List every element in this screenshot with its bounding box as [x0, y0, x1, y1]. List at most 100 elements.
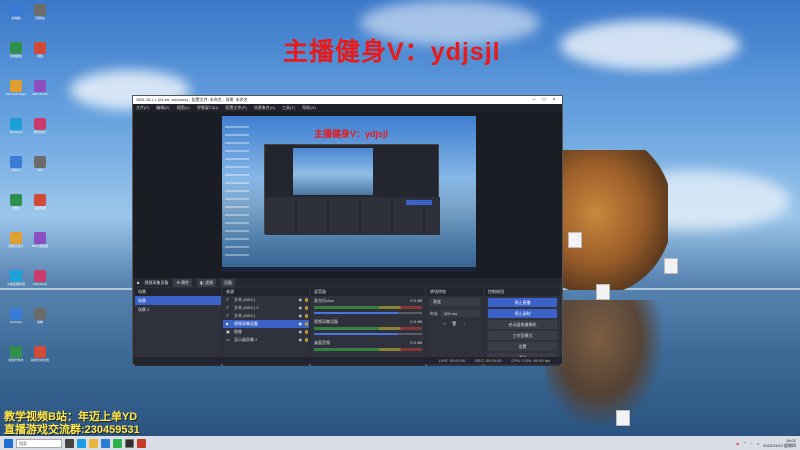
desktop-file-icon[interactable]	[616, 410, 630, 426]
properties-button[interactable]: ⚙ 属性	[173, 278, 193, 287]
wallpaper-cliff	[548, 150, 668, 290]
settings-button[interactable]: 设置	[488, 342, 557, 351]
desktop-icon[interactable]: 剪映	[28, 308, 52, 324]
lock-icon[interactable]: 🔒	[304, 328, 309, 336]
volume-slider[interactable]	[314, 312, 422, 314]
desktop-file-icon[interactable]	[568, 232, 582, 248]
menu-file[interactable]: 文件(F)	[136, 105, 149, 111]
source-item[interactable]: T 文本 (GDI+) 2 ◉ 🔒	[223, 304, 309, 312]
tray-app-icon[interactable]: ■	[737, 441, 739, 446]
scene-item[interactable]: 场景	[135, 296, 221, 305]
text-icon: T	[226, 297, 229, 302]
desktop-icon[interactable]: Steam	[4, 156, 28, 172]
sources-header: 来源	[223, 288, 309, 296]
desktop-icon-label: Bilibili直播姬	[31, 244, 49, 248]
menu-edit[interactable]: 编辑(E)	[156, 105, 169, 111]
chevron-up-icon[interactable]: ⌃	[743, 441, 746, 446]
eye-icon[interactable]: ◉	[299, 304, 303, 312]
desktop-icon[interactable]: 新建文件夹	[4, 346, 28, 362]
source-item[interactable]: T 文本 (GDI+) ◉ 🔒	[223, 296, 309, 304]
preview-canvas[interactable]: 主播健身V：ydjsjl	[222, 116, 476, 272]
menu-scene-collection[interactable]: 场景集合(S)	[254, 105, 275, 111]
desktop-icon-label: 网络	[36, 54, 43, 58]
more-icon[interactable]: ⋮	[463, 321, 467, 326]
stop-streaming-button[interactable]: 停止直播	[488, 298, 557, 307]
obs-titlebar[interactable]: OBS 28.1.1 (64-bit, windows) - 配置文件: 未命名…	[133, 96, 562, 104]
eye-icon[interactable]: ◉	[299, 296, 303, 304]
desktop-icon[interactable]: Photoshop	[28, 270, 52, 286]
volume-slider[interactable]	[314, 333, 422, 335]
desktop-icon[interactable]: 微信	[4, 194, 28, 210]
desktop-icon[interactable]: Bilibili直播姬	[28, 232, 52, 248]
menu-profile[interactable]: 配置文件(P)	[225, 105, 246, 111]
preview-taskbar	[222, 267, 476, 272]
desktop-icon[interactable]: 此电脑	[4, 4, 28, 20]
desktop-icon[interactable]: QQ	[28, 156, 52, 172]
network-icon[interactable]: ◔	[750, 441, 752, 446]
desktop-icon[interactable]: Microsoft Edge	[4, 80, 28, 96]
app-icon[interactable]	[137, 438, 146, 448]
menu-help[interactable]: 帮助(H)	[302, 105, 316, 111]
windows-start-icon[interactable]	[4, 438, 13, 448]
lock-icon[interactable]: 🔒	[304, 296, 309, 304]
eye-icon[interactable]: ◉	[299, 320, 303, 328]
device-select[interactable]: 设备	[221, 278, 236, 287]
transition-type-row: 渐变	[427, 296, 483, 308]
explorer-icon[interactable]	[89, 438, 98, 448]
desktop-icon[interactable]: 控制面板	[4, 42, 28, 58]
edge-icon[interactable]	[77, 438, 86, 448]
start-virtual-camera-button[interactable]: 启动虚拟摄像机	[488, 320, 557, 329]
transition-type-select[interactable]: 渐变	[430, 298, 480, 306]
desktop-icon-label: 新建文件夹	[8, 358, 24, 362]
desktop-icon[interactable]: 新建文本文档	[28, 346, 52, 362]
eye-icon[interactable]: ◉	[299, 328, 303, 336]
menu-view[interactable]: 视图(V)	[176, 105, 189, 111]
add-icon[interactable]: +	[443, 321, 445, 326]
mixer-header: 混音器	[311, 288, 425, 296]
lock-icon[interactable]: 🔒	[304, 336, 309, 344]
taskbar-search[interactable]: 搜索	[16, 438, 62, 448]
desktop-file-icon[interactable]	[596, 284, 610, 300]
trash-icon[interactable]: 🗑	[452, 321, 457, 326]
desktop-icon[interactable]: 斗鱼直播伴侣	[4, 270, 28, 286]
eye-icon[interactable]: ◉	[299, 336, 303, 344]
menu-docks[interactable]: 停靠窗口(D)	[197, 105, 219, 111]
lock-icon[interactable]: 🔒	[304, 320, 309, 328]
desktop-icon[interactable]: 腾讯会议	[28, 118, 52, 134]
minimize-icon[interactable]: –	[529, 97, 539, 103]
desktop-icon[interactable]: WeGame	[4, 118, 28, 134]
volume-icon[interactable]: ◖	[757, 441, 759, 446]
taskbar-clock[interactable]: 16:01 2022/11/10 星期四	[763, 438, 796, 448]
lock-icon[interactable]: 🔒	[304, 312, 309, 320]
menu-tools[interactable]: 工具(T)	[282, 105, 295, 111]
stop-recording-button[interactable]: 停止录制	[488, 309, 557, 318]
store-icon[interactable]	[101, 438, 110, 448]
desktop-icon[interactable]: 网易云音乐	[4, 232, 28, 248]
studio-mode-button[interactable]: 工作室模式	[488, 331, 557, 340]
task-view-icon[interactable]	[65, 438, 74, 448]
desktop-icon[interactable]: 英雄联盟	[28, 194, 52, 210]
eye-icon[interactable]: ◉	[299, 312, 303, 320]
system-tray: ■ ⌃ ◔ ◖ 16:01 2022/11/10 星期四	[737, 436, 796, 450]
source-item[interactable]: T 文本 (GDI+) ◉ 🔒	[223, 312, 309, 320]
app-icon	[10, 194, 22, 206]
app-icon	[34, 346, 46, 358]
filters-button[interactable]: ◧ 滤镜	[197, 278, 217, 287]
source-item[interactable]: ▣ 图像 ◉ 🔒	[223, 328, 309, 336]
close-icon[interactable]: ×	[549, 97, 559, 103]
obs-icon[interactable]	[125, 438, 134, 448]
desktop-icon[interactable]: Premiere	[4, 308, 28, 324]
desktop-icon[interactable]: OBS Studio	[28, 80, 52, 96]
source-item[interactable]: ■ 视频采集设备 ◉ 🔒	[223, 320, 309, 328]
scene-item[interactable]: 场景 2	[135, 305, 221, 314]
overlay-line-2: 直播游戏交流群:230459531	[4, 424, 140, 436]
wechat-icon[interactable]	[113, 438, 122, 448]
lock-icon[interactable]: 🔒	[304, 304, 309, 312]
duration-input[interactable]: 300 ms	[441, 310, 480, 317]
maximize-icon[interactable]: □	[539, 97, 549, 103]
source-item[interactable]: ▭ 显示器采集 2 ◉ 🔒	[223, 336, 309, 344]
desktop-file-icon[interactable]	[664, 258, 678, 274]
desktop-icon[interactable]: 回收站	[28, 4, 52, 20]
obs-window[interactable]: OBS 28.1.1 (64-bit, windows) - 配置文件: 未命名…	[132, 95, 563, 366]
desktop-icon[interactable]: 网络	[28, 42, 52, 58]
